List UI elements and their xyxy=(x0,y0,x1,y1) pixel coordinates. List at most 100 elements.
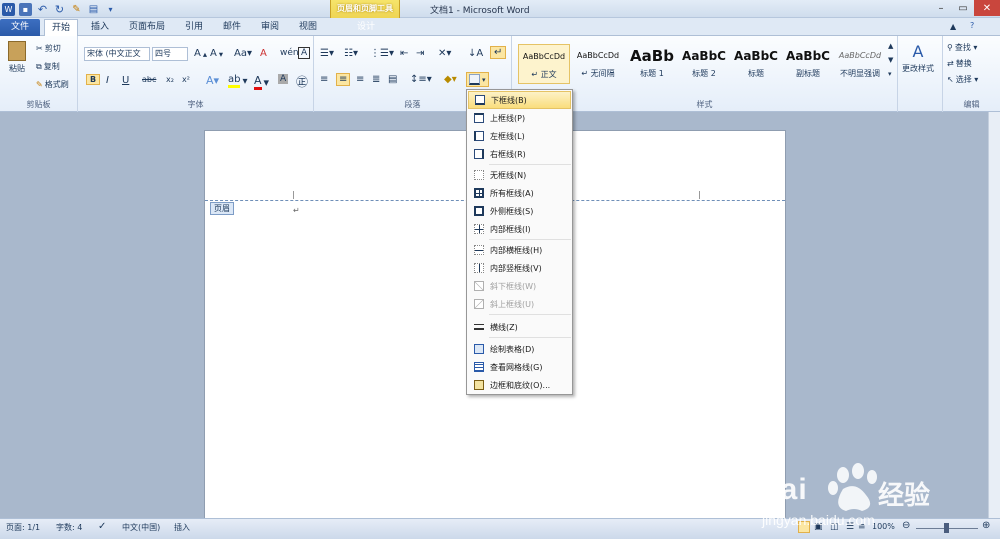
menu-item-all-borders[interactable]: 所有框线(A) xyxy=(468,184,571,202)
styles-more-icon[interactable]: ▾ xyxy=(888,70,892,78)
header-tag[interactable]: 页眉 xyxy=(210,202,234,215)
close-button[interactable]: ✕ xyxy=(974,0,1000,16)
bullets-icon[interactable]: ☰▾ xyxy=(320,48,334,59)
minimize-button[interactable]: – xyxy=(930,0,952,16)
tab-file[interactable]: 文件 xyxy=(0,19,40,36)
menu-item-borders-shading[interactable]: 边框和底纹(O)... xyxy=(468,376,571,394)
grow-font-icon[interactable]: A ▴ xyxy=(194,48,207,59)
shrink-font-icon[interactable]: A ▾ xyxy=(210,48,223,59)
underline-button[interactable]: U xyxy=(122,75,129,86)
page-count[interactable]: 页面: 1/1 xyxy=(6,522,40,533)
text-effects-icon[interactable]: A▾ xyxy=(206,74,219,87)
insert-mode[interactable]: 插入 xyxy=(174,522,190,533)
select-button[interactable]: ↖ 选择 ▾ xyxy=(947,74,978,85)
save-icon[interactable]: ▪ xyxy=(19,2,32,16)
phonetic-guide-icon[interactable]: wén xyxy=(280,48,299,58)
zoom-in-icon[interactable]: ⊕ xyxy=(982,520,990,531)
show-marks-icon[interactable]: ↵ xyxy=(490,46,507,59)
tab-references[interactable]: 引用 xyxy=(178,19,210,36)
tab-design[interactable]: 设计 xyxy=(350,19,382,36)
clear-format-icon[interactable]: A xyxy=(260,48,267,59)
font-color-icon[interactable]: A ▾ xyxy=(254,74,269,90)
proofing-icon[interactable]: ✓ xyxy=(98,521,106,532)
distributed-icon[interactable]: ▤ xyxy=(388,74,397,85)
strikethrough-button[interactable]: abc xyxy=(142,75,156,84)
menu-item-no-border[interactable]: 无框线(N) xyxy=(468,166,571,184)
menu-item-inside-vertical[interactable]: 内部竖框线(V) xyxy=(468,259,571,277)
style-title[interactable]: AaBbC 标题 xyxy=(730,44,782,84)
customize-qat-icon[interactable]: ▾ xyxy=(104,3,117,16)
style-heading2[interactable]: AaBbC 标题 2 xyxy=(678,44,730,84)
tab-insert[interactable]: 插入 xyxy=(84,19,116,36)
enclose-char-icon[interactable]: ㊣ xyxy=(296,73,308,90)
align-center-icon[interactable]: ≡ xyxy=(336,73,351,86)
tab-page-layout[interactable]: 页面布局 xyxy=(122,19,172,36)
menu-item-top-border[interactable]: 上框线(P) xyxy=(468,109,571,127)
font-size-combo[interactable]: 四号 xyxy=(152,47,188,61)
subscript-button[interactable]: x₂ xyxy=(166,75,174,84)
superscript-button[interactable]: x² xyxy=(182,75,190,84)
style-subtle-emphasis[interactable]: AaBbCcDd 不明显强调 xyxy=(834,44,886,84)
cut-button[interactable]: ✂ 剪切 xyxy=(36,43,61,54)
group-clipboard: 粘贴 ✂ 剪切 ⧉ 复制 ✎ 格式刷 剪贴板 xyxy=(0,36,78,112)
help-icon[interactable]: ? xyxy=(970,21,974,30)
align-right-icon[interactable]: ≡ xyxy=(356,74,364,85)
change-styles-button[interactable]: A 更改样式 xyxy=(900,42,936,74)
font-name-combo[interactable]: 宋体 (中文正文 xyxy=(84,47,150,61)
shading-icon[interactable]: ◆▾ xyxy=(444,74,457,85)
tab-mailings[interactable]: 邮件 xyxy=(216,19,248,36)
replace-button[interactable]: ⇄ 替换 xyxy=(947,58,972,69)
line-spacing-icon[interactable]: ↕≡▾ xyxy=(410,74,432,85)
tab-home[interactable]: 开始 xyxy=(44,19,79,36)
style-normal[interactable]: AaBbCcDd ↵ 正文 xyxy=(518,44,570,84)
menu-item-draw-table[interactable]: 绘制表格(D) xyxy=(468,340,571,358)
justify-icon[interactable]: ≣ xyxy=(372,74,380,85)
bold-button[interactable]: B xyxy=(86,74,101,85)
tab-view[interactable]: 视图 xyxy=(292,19,324,36)
binoculars-icon: ⚲ xyxy=(947,43,953,52)
format-painter-button[interactable]: ✎ 格式刷 xyxy=(36,79,69,90)
menu-item-inside-borders[interactable]: 内部框线(I) xyxy=(468,220,571,238)
word-count[interactable]: 字数: 4 xyxy=(56,522,82,533)
copy-button[interactable]: ⧉ 复制 xyxy=(36,61,60,72)
char-border-icon[interactable]: A xyxy=(298,47,311,59)
decrease-indent-icon[interactable]: ⇤ xyxy=(400,48,408,59)
highlight-icon[interactable]: ab ▾ xyxy=(228,74,248,88)
styles-scroll-up-icon[interactable]: ▲ xyxy=(888,42,893,50)
menu-item-left-border[interactable]: 左框线(L) xyxy=(468,127,571,145)
paste-button[interactable]: 粘贴 xyxy=(6,41,28,74)
menu-item-right-border[interactable]: 右框线(R) xyxy=(468,145,571,163)
word-app-icon[interactable]: W xyxy=(2,2,15,16)
multilevel-list-icon[interactable]: ⋮☰▾ xyxy=(370,48,394,59)
format-painter-qat-icon[interactable]: ✎ xyxy=(70,3,83,16)
numbering-icon[interactable]: ☷▾ xyxy=(344,48,358,59)
language[interactable]: 中文(中国) xyxy=(122,522,160,533)
vertical-scrollbar[interactable] xyxy=(988,112,1000,518)
italic-button[interactable]: I xyxy=(106,75,109,86)
find-button[interactable]: ⚲ 查找 ▾ xyxy=(947,42,977,53)
maximize-button[interactable]: ▭ xyxy=(952,0,974,16)
menu-item-inside-horizontal[interactable]: 内部横框线(H) xyxy=(468,241,571,259)
menu-item-view-gridlines[interactable]: 查看网格线(G) xyxy=(468,358,571,376)
borders-dropdown-button[interactable]: ▾ xyxy=(466,72,489,87)
style-subtitle[interactable]: AaBbC 副标题 xyxy=(782,44,834,84)
redo-icon[interactable]: ↻ xyxy=(53,3,66,16)
menu-item-horizontal-line[interactable]: 横线(Z) xyxy=(468,318,571,336)
print-preview-icon[interactable]: ▤ xyxy=(87,3,100,16)
style-no-spacing[interactable]: AaBbCcDd ↵ 无间隔 xyxy=(572,44,624,84)
change-case-icon[interactable]: Aa▾ xyxy=(234,48,252,59)
menu-item-diagonal-up[interactable]: 斜上框线(U) xyxy=(468,295,571,313)
ribbon-minimize-icon[interactable]: ▲ xyxy=(950,22,956,31)
menu-item-diagonal-down[interactable]: 斜下框线(W) xyxy=(468,277,571,295)
align-left-icon[interactable]: ≡ xyxy=(320,74,328,85)
sort-icon[interactable]: ↓A xyxy=(468,48,483,59)
menu-item-bottom-border[interactable]: 下框线(B) xyxy=(468,91,571,109)
char-shading-icon[interactable]: A xyxy=(278,74,289,84)
tab-review[interactable]: 审阅 xyxy=(254,19,286,36)
styles-scroll-down-icon[interactable]: ▼ xyxy=(888,56,893,64)
style-heading1[interactable]: AaBb 标题 1 xyxy=(626,44,678,84)
undo-icon[interactable]: ↶ xyxy=(36,3,49,16)
menu-item-outside-borders[interactable]: 外侧框线(S) xyxy=(468,202,571,220)
increase-indent-icon[interactable]: ⇥ xyxy=(416,48,424,59)
chinese-layout-icon[interactable]: ✕▾ xyxy=(438,48,451,59)
